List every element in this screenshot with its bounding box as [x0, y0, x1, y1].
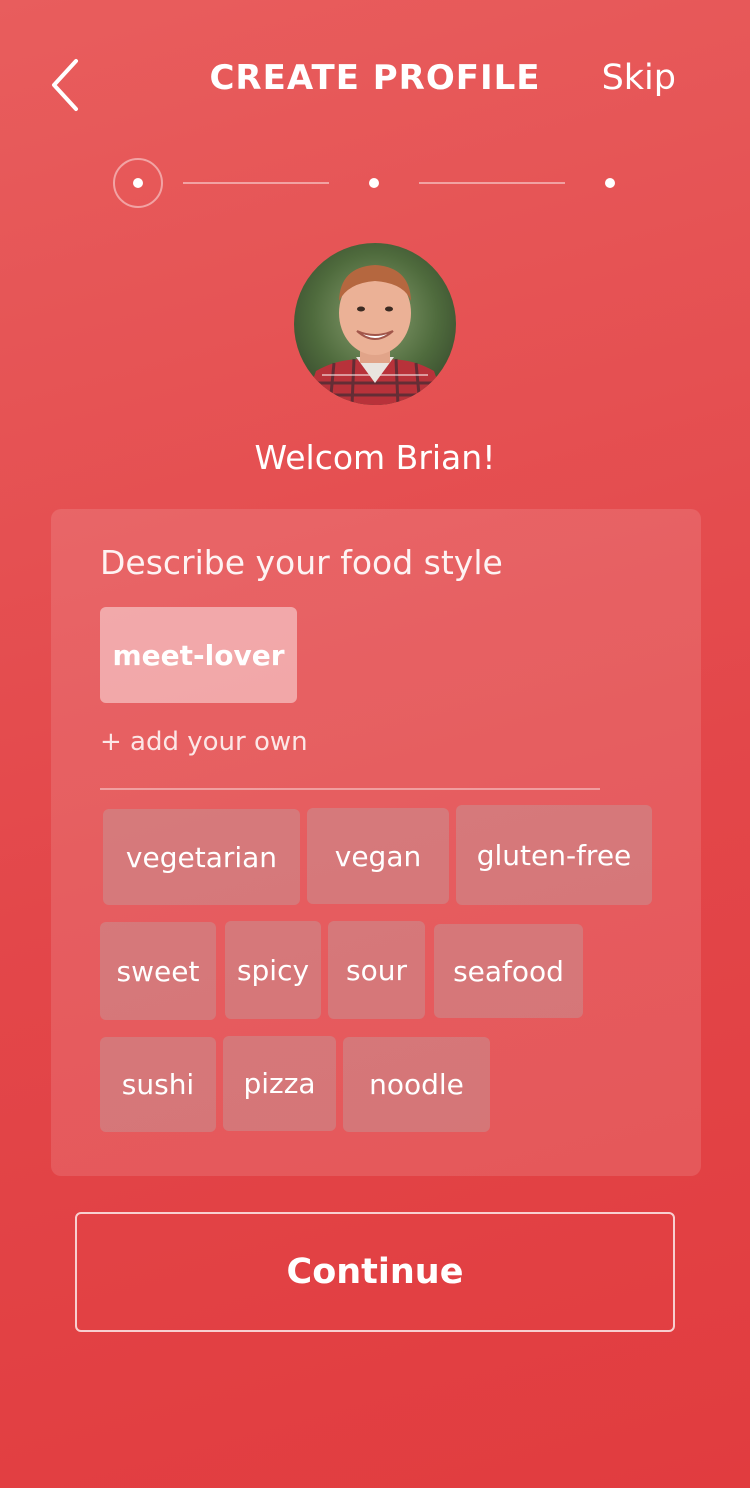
step-1-dot — [133, 178, 143, 188]
tag-sweet[interactable]: sweet — [100, 922, 216, 1020]
step-2-dot — [369, 178, 379, 188]
tag-gluten-free[interactable]: gluten-free — [456, 805, 652, 905]
tag-spicy[interactable]: spicy — [225, 921, 321, 1019]
tag-vegetarian[interactable]: vegetarian — [103, 809, 300, 905]
tag-noodle[interactable]: noodle — [343, 1037, 490, 1132]
add-own-tag-input[interactable]: + add your own — [100, 727, 308, 757]
step-connector-1 — [183, 182, 329, 184]
tag-vegan[interactable]: vegan — [307, 808, 449, 904]
continue-button[interactable]: Continue — [75, 1212, 675, 1332]
tag-sushi[interactable]: sushi — [100, 1037, 216, 1132]
step-3-dot — [605, 178, 615, 188]
skip-button[interactable]: Skip — [602, 58, 676, 98]
input-underline — [100, 788, 600, 790]
profile-avatar[interactable] — [294, 243, 456, 405]
food-style-title: Describe your food style — [100, 543, 503, 582]
tag-pizza[interactable]: pizza — [223, 1036, 336, 1131]
selected-tag[interactable]: meet-lover — [100, 607, 297, 703]
avatar-photo — [294, 243, 456, 405]
welcome-message: Welcom Brian! — [254, 438, 496, 477]
tag-sour[interactable]: sour — [328, 921, 425, 1019]
step-connector-2 — [419, 182, 565, 184]
tag-seafood[interactable]: seafood — [434, 924, 583, 1018]
